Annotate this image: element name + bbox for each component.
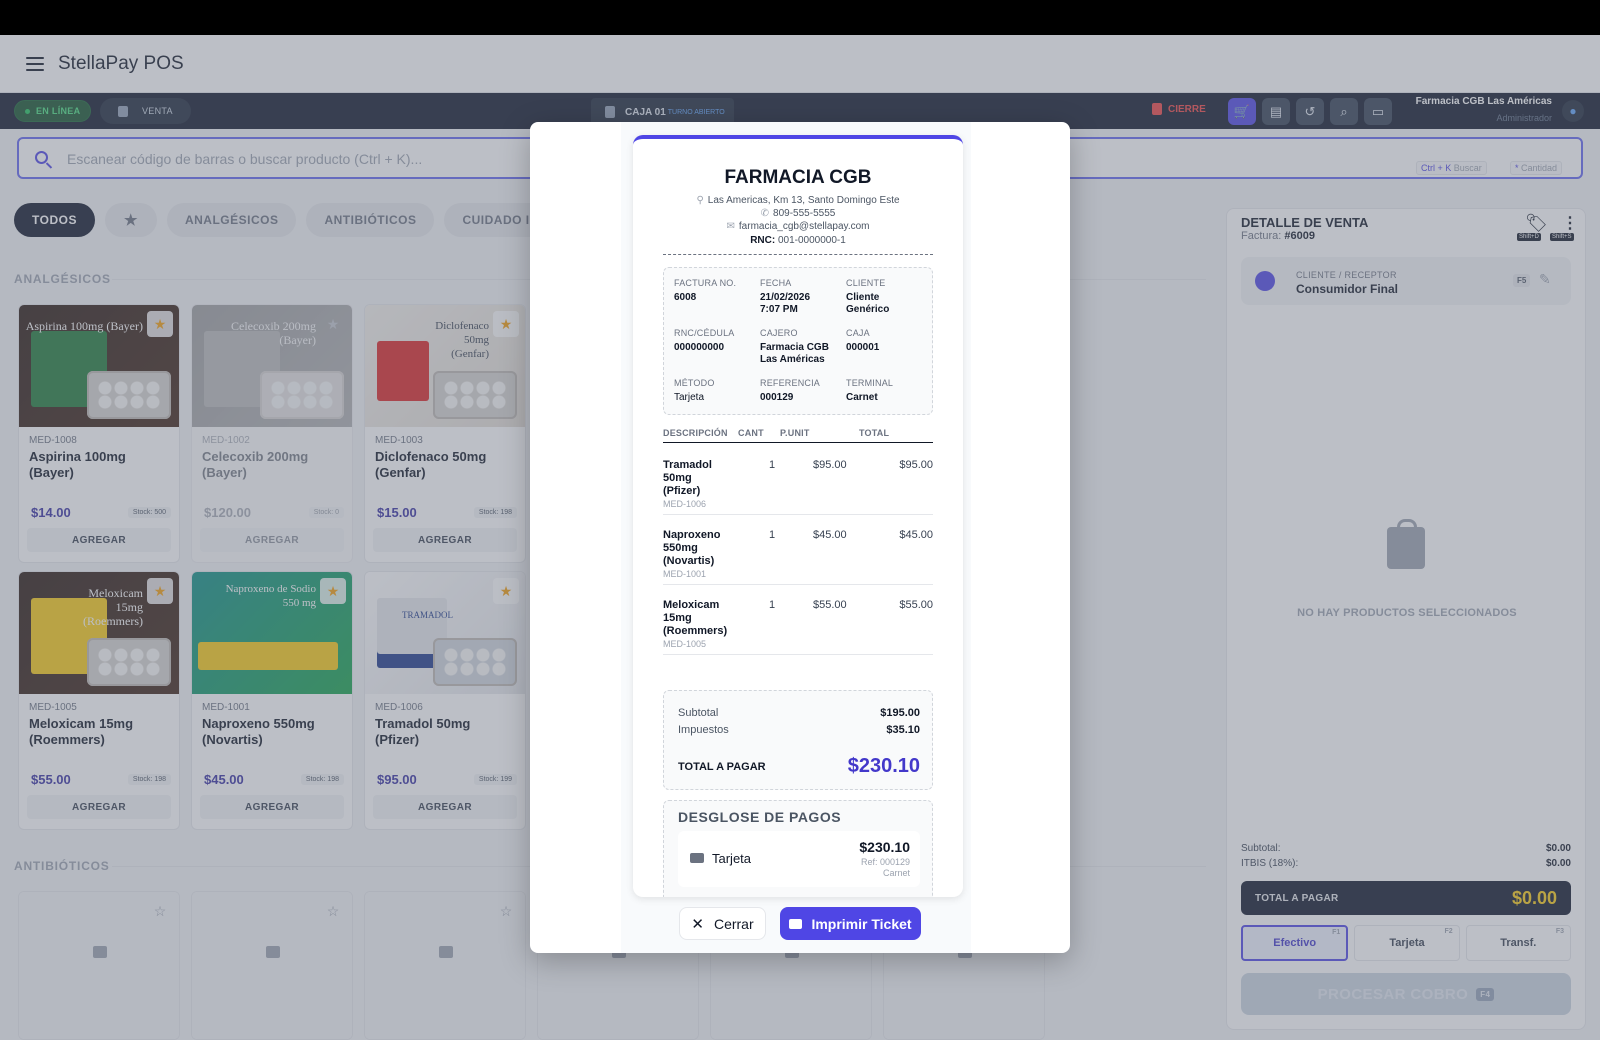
payment-breakdown-title: DESGLOSE DE PAGOS <box>678 809 842 825</box>
column-header-description: DESCRIPCIÓN <box>663 428 728 438</box>
info-rnc: RNC/CÉDULA 000000000 <box>674 328 760 354</box>
receipt-tax-row: Impuestos $35.10 <box>678 724 920 736</box>
card-payment-icon <box>690 853 704 863</box>
close-label: Cerrar <box>713 915 754 932</box>
phone-icon: ✆ <box>760 208 770 219</box>
info-label: TERMINAL <box>846 378 894 388</box>
item-unit-price: $45.00 <box>813 529 847 541</box>
info-label: FECHA <box>760 278 792 288</box>
info-client: CLIENTE Cliente Genérico <box>846 278 932 316</box>
info-label: MÉTODO <box>674 378 715 388</box>
item-sku: MED-1001 <box>663 569 707 579</box>
receipt-email: ✉ farmacia_cgb@stellapay.com <box>633 221 963 232</box>
item-sku: MED-1005 <box>663 639 707 649</box>
receipt-line-item: Naproxeno 550mg (Novartis) MED-1001 1 $45… <box>663 515 933 585</box>
receipt-rnc: RNC: 001-0000000-1 <box>633 235 963 246</box>
item-qty: 1 <box>769 529 776 541</box>
receipt-total-row: TOTAL A PAGAR $230.10 <box>678 755 920 778</box>
receipt-total-value: $230.10 <box>847 755 920 777</box>
column-header-qty: CANT <box>738 428 764 438</box>
close-icon: ✕ <box>691 915 704 933</box>
receipt-subtotal-row: Subtotal $195.00 <box>678 707 920 719</box>
item-qty: 1 <box>769 459 776 471</box>
printer-icon <box>789 918 803 929</box>
phone-text: 809-555-5555 <box>773 208 836 219</box>
item-total: $55.00 <box>899 599 933 611</box>
receipt-subtotal-label: Subtotal <box>678 707 719 719</box>
payment-breakdown: DESGLOSE DE PAGOS Tarjeta $230.10 Ref: 0… <box>663 800 933 897</box>
item-qty: 1 <box>769 599 776 611</box>
print-label: Imprimir Ticket <box>811 915 912 932</box>
receipt-address: ⚲ Las Americas, Km 13, Santo Domingo Este <box>633 195 963 206</box>
email-text: farmacia_cgb@stellapay.com <box>738 221 870 232</box>
info-date: FECHA 21/02/2026 7:07 PM <box>760 278 846 316</box>
receipt-phone: ✆ 809-555-5555 <box>633 208 963 219</box>
payment-method: Tarjeta <box>712 851 752 866</box>
info-label: REFERENCIA <box>760 378 821 388</box>
payment-amount: $230.10 <box>859 839 910 855</box>
item-unit-price: $95.00 <box>813 459 847 471</box>
item-sku: MED-1006 <box>663 499 707 509</box>
item-description: Meloxicam 15mg (Roemmers) MED-1005 <box>663 599 728 651</box>
info-value: 6008 <box>674 292 697 303</box>
info-terminal: TERMINAL Carnet <box>846 378 932 404</box>
info-invoice: FACTURA NO. 6008 <box>674 278 760 304</box>
receipt-line-item: Meloxicam 15mg (Roemmers) MED-1005 1 $55.… <box>663 585 933 655</box>
location-pin-icon: ⚲ <box>696 195 704 206</box>
email-icon: ✉ <box>726 221 735 232</box>
info-value: 000000000 <box>674 342 725 353</box>
table-header-divider <box>663 442 933 443</box>
close-button[interactable]: ✕ Cerrar <box>679 907 766 940</box>
info-value: Tarjeta <box>674 392 705 403</box>
info-label: CLIENTE <box>846 278 886 288</box>
os-top-bar <box>0 0 1600 35</box>
item-name: Meloxicam 15mg (Roemmers) <box>663 599 728 637</box>
receipt-subtotal-value: $195.00 <box>880 707 920 719</box>
receipt-totals-box: Subtotal $195.00 Impuestos $35.10 TOTAL A … <box>663 690 933 790</box>
payment-entry: Tarjeta $230.10 Ref: 000129 Carnet <box>678 831 920 887</box>
rnc-label: RNC: <box>750 235 776 246</box>
receipt-modal: FARMACIA CGB ⚲ Las Americas, Km 13, Santo… <box>530 122 1070 953</box>
receipt-line-item: Tramadol 50mg (Pfizer) MED-1006 1 $95.00 … <box>663 445 933 515</box>
receipt-business-name: FARMACIA CGB <box>724 167 872 188</box>
info-label: RNC/CÉDULA <box>674 328 735 338</box>
info-label: CAJERO <box>760 328 798 338</box>
info-value: Carnet <box>846 392 878 403</box>
info-cashier: CAJERO Farmacia CGB Las Américas <box>760 328 846 366</box>
info-value: 000129 <box>760 392 794 403</box>
item-unit-price: $55.00 <box>813 599 847 611</box>
receipt-info-box: FACTURA NO. 6008 FECHA 21/02/2026 7:07 PM C… <box>663 267 933 415</box>
print-ticket-button[interactable]: Imprimir Ticket <box>780 907 921 940</box>
info-register: CAJA 000001 <box>846 328 932 354</box>
item-description: Tramadol 50mg (Pfizer) MED-1006 <box>663 459 725 511</box>
column-header-unit-price: P.UNIT <box>780 428 810 438</box>
item-name: Naproxeno 550mg (Novartis) <box>663 529 721 567</box>
item-total: $45.00 <box>899 529 933 541</box>
address-text: Las Americas, Km 13, Santo Domingo Este <box>707 195 900 206</box>
item-name: Tramadol 50mg (Pfizer) <box>663 459 712 497</box>
item-total: $95.00 <box>899 459 933 471</box>
column-header-total: TOTAL <box>859 428 890 438</box>
rnc-value: 001-0000000-1 <box>777 235 846 246</box>
info-label: FACTURA NO. <box>674 278 737 288</box>
item-description: Naproxeno 550mg (Novartis) MED-1001 <box>663 529 725 581</box>
receipt-ticket: FARMACIA CGB ⚲ Las Americas, Km 13, Santo… <box>633 135 963 897</box>
info-label: CAJA <box>846 328 870 338</box>
info-method: MÉTODO Tarjeta <box>674 378 760 404</box>
info-value: 21/02/2026 <box>760 292 811 303</box>
info-value: Cliente Genérico <box>846 292 890 315</box>
payment-reference: Ref: 000129 <box>860 857 910 867</box>
dashed-separator <box>663 254 933 255</box>
receipt-tax-label: Impuestos <box>678 724 729 736</box>
info-value-time: 7:07 PM <box>760 304 798 315</box>
info-value: Farmacia CGB Las Américas <box>760 342 829 365</box>
receipt-total-label: TOTAL A PAGAR <box>678 760 766 773</box>
receipt-tax-value: $35.10 <box>886 724 920 736</box>
payment-terminal: Carnet <box>882 868 910 878</box>
info-value: 000001 <box>846 342 880 353</box>
info-reference: REFERENCIA 000129 <box>760 378 846 404</box>
